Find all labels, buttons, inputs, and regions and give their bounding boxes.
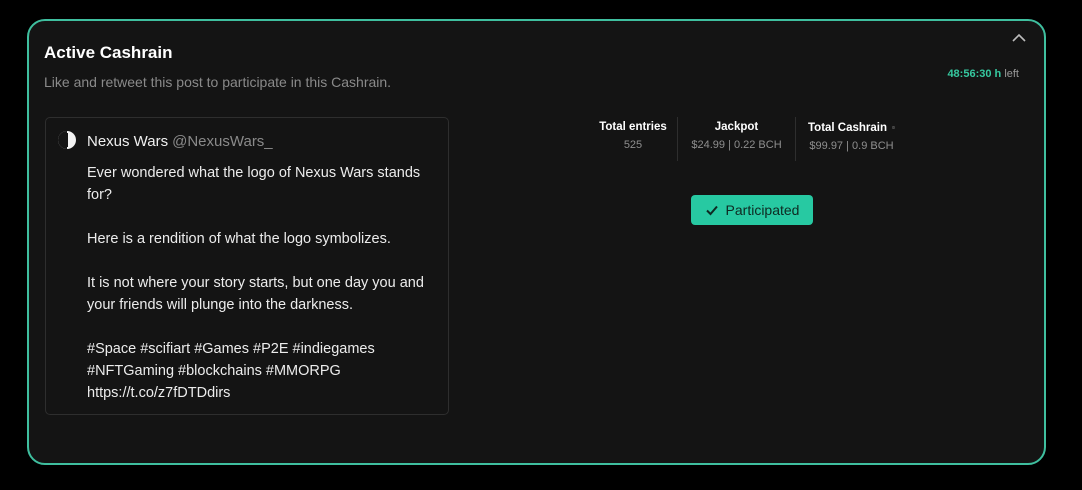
tweet-body: Ever wondered what the logo of Nexus War… [87, 165, 424, 401]
stat-total-entries: Total entries 525 [589, 117, 677, 161]
embedded-tweet[interactable]: Nexus Wars @NexusWars_ Ever wondered what… [45, 117, 449, 415]
tweet-author-name: Nexus Wars [87, 133, 169, 150]
stat-label: Total entries [599, 121, 667, 133]
checkmark-icon [705, 205, 718, 216]
stat-value: 525 [623, 139, 643, 151]
chevron-up-icon[interactable] [1010, 29, 1028, 47]
card-title: Active Cashrain [44, 43, 173, 62]
stat-label: Jackpot [714, 121, 759, 133]
stat-label: Total Cashrain [808, 121, 895, 134]
stat-value: $24.99 | 0.22 BCH [691, 139, 782, 151]
stat-total-cashrain: Total Cashrain $99.97 | 0.9 BCH [795, 117, 907, 161]
nexus-wars-logo [57, 130, 77, 150]
cashrain-stats: Total entries 525 Jackpot $24.99 | 0.22 … [589, 117, 907, 161]
participated-label: Participated [725, 202, 800, 218]
tweet-handle: @NexusWars_ [172, 133, 273, 150]
stat-jackpot: Jackpot $24.99 | 0.22 BCH [677, 117, 795, 161]
participated-button[interactable]: Participated [691, 195, 813, 225]
tweet-author[interactable]: Nexus Wars @NexusWars_ [87, 133, 273, 150]
cashrain-card: Active Cashrain Like and retweet this po… [27, 19, 1046, 465]
info-icon[interactable] [892, 121, 895, 134]
timer-suffix: left [1004, 68, 1019, 80]
countdown-timer: 48:56:30 h left [947, 68, 1019, 80]
timer-value: 48:56:30 h [947, 68, 1002, 80]
stat-value: $99.97 | 0.9 BCH [809, 140, 894, 152]
card-subtitle: Like and retweet this post to participat… [44, 74, 392, 90]
